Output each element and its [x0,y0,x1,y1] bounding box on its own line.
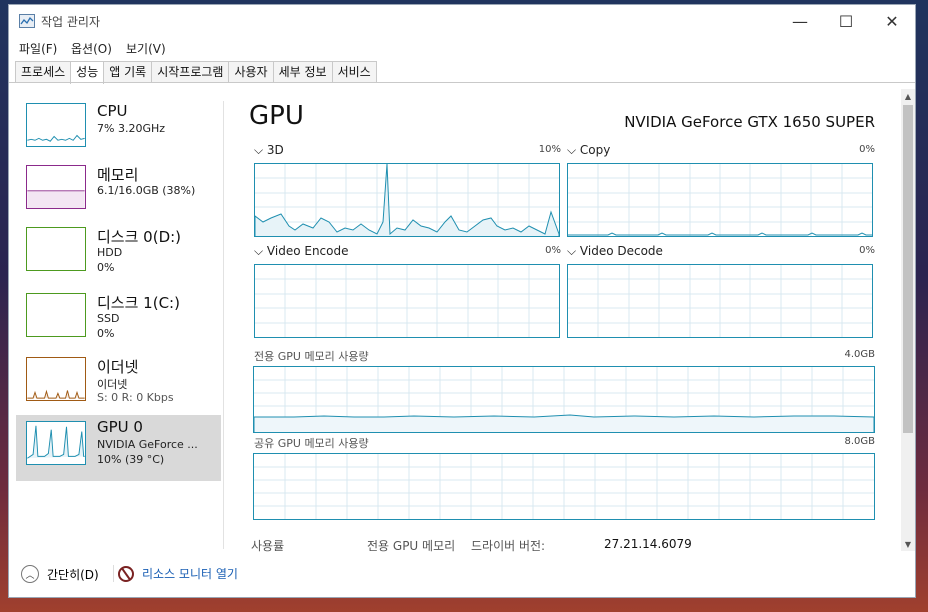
dedicated-memory-label: 전용 GPU 메모리 사용량 [254,350,369,363]
page-title: GPU [249,101,304,131]
sidebar-item-cpu[interactable]: CPU 7% 3.20GHz [16,99,221,163]
sidebar-detail-2: 0% [97,327,115,340]
graph-video-decode-label[interactable]: ⌵ Video Decode [567,244,663,259]
minimize-button[interactable]: — [777,5,823,37]
scroll-thumb[interactable] [903,105,913,433]
graph-video-encode-svg [255,265,559,337]
menu-options[interactable]: 옵션(O) [71,40,112,57]
gpu-thumbnail [26,421,86,465]
sidebar-item-ethernet[interactable]: 이더넷 이더넷 S: 0 R: 0 Kbps [16,353,221,417]
tab-services[interactable]: 서비스 [331,61,377,83]
sidebar-item-memory[interactable]: 메모리 6.1/16.0GB (38%) [16,161,221,225]
footer-bar: ︿ 간단히(D) 리소스 모니터 열기 [9,557,915,597]
chevron-up-icon: ︿ [21,565,39,583]
scroll-up-icon[interactable]: ▲ [901,89,915,103]
tab-startup[interactable]: 시작프로그램 [151,61,230,83]
shared-memory-label: 공유 GPU 메모리 사용량 [254,437,369,450]
fewer-details-label: 간단히(D) [47,567,99,582]
sidebar-title: 이더넷 [97,358,139,376]
scroll-down-icon[interactable]: ▼ [901,537,915,551]
maximize-button[interactable]: ☐ [823,5,869,37]
menu-bar: 파일(F) 옵션(O) 보기(V) [9,37,915,59]
driver-version-label: 드라이버 버전: [471,539,546,553]
sidebar-detail: SSD [97,312,120,325]
graph-copy [567,163,873,237]
graph-video-encode-label[interactable]: ⌵ Video Encode [254,244,348,259]
title-bar: 작업 관리자 — ☐ ✕ [9,5,915,37]
graph-shared-memory [253,453,875,520]
sidebar-detail: HDD [97,246,123,259]
sidebar-title: CPU [97,102,128,120]
close-button[interactable]: ✕ [869,5,915,37]
cpu-thumbnail [26,103,86,147]
graph-3d-label[interactable]: ⌵ 3D [254,143,284,158]
resource-monitor-link[interactable]: 리소스 모니터 열기 [113,565,238,582]
sidebar-item-disk1[interactable]: 디스크 1(C:) SSD 0% [16,289,221,353]
tab-users[interactable]: 사용자 [228,61,274,83]
sidebar-detail: 이더넷 [97,378,128,391]
sidebar-item-disk0[interactable]: 디스크 0(D:) HDD 0% [16,223,221,287]
menu-file[interactable]: 파일(F) [19,40,57,57]
graph-3d-svg [255,164,559,236]
tab-bar: 프로세스 성능 앱 기록 시작프로그램 사용자 세부 정보 서비스 [15,61,377,84]
graph-video-encode-label-text: Video Encode [266,244,349,258]
dedicated-gpu-memory-label: 전용 GPU 메모리 [367,539,456,553]
disk1-thumbnail [26,293,86,337]
sidebar-detail-2: 0% [97,261,115,274]
tab-app-history[interactable]: 앱 기록 [103,61,153,83]
graph-copy-pct: 0% [859,144,875,155]
task-manager-window: 작업 관리자 — ☐ ✕ 파일(F) 옵션(O) 보기(V) 프로세스 성능 앱… [8,4,916,598]
dedicated-memory-max: 4.0GB [844,349,875,360]
graph-shared-memory-svg [254,454,874,519]
vertical-scrollbar[interactable]: ▲ ▼ [901,89,915,551]
sidebar-item-gpu0[interactable]: GPU 0 NVIDIA GeForce ... 10% (39 °C) [16,415,221,481]
disk0-thumbnail [26,227,86,271]
sidebar-title: 디스크 0(D:) [97,228,182,246]
graph-video-decode-svg [568,265,872,337]
menu-view[interactable]: 보기(V) [126,40,166,57]
ethernet-thumbnail [26,357,86,401]
sidebar-divider [223,101,224,549]
tab-divider [9,82,915,83]
window-title: 작업 관리자 [41,15,101,29]
sidebar-title: 메모리 [97,166,139,184]
graph-copy-label-text: Copy [579,143,611,157]
sidebar-detail-2: 10% (39 °C) [97,453,165,466]
graph-copy-label[interactable]: ⌵ Copy [567,143,610,158]
shared-memory-max: 8.0GB [844,436,875,447]
tab-details[interactable]: 세부 정보 [272,61,333,83]
task-manager-icon [19,14,35,28]
graph-3d [254,163,560,237]
graph-copy-svg [568,164,872,236]
graph-video-encode-pct: 0% [545,245,561,256]
graph-dedicated-memory [253,366,875,433]
graph-3d-label-text: 3D [266,143,284,157]
driver-version-value: 27.21.14.6079 [604,537,692,551]
sidebar-detail: 7% 3.20GHz [97,122,166,135]
memory-thumbnail [26,165,86,209]
gpu-device-name: NVIDIA GeForce GTX 1650 SUPER [624,113,875,131]
graph-video-decode-pct: 0% [859,245,875,256]
resource-monitor-icon [118,565,134,582]
usage-label: 사용률 [251,539,285,553]
sidebar-title: GPU 0 [97,418,143,436]
resource-sidebar: CPU 7% 3.20GHz 메모리 6.1/16.0GB (38%) 디스크 … [16,99,221,483]
sidebar-title: 디스크 1(C:) [97,294,180,312]
graph-video-decode-label-text: Video Decode [579,244,663,258]
tab-processes[interactable]: 프로세스 [15,61,72,83]
fewer-details-button[interactable]: ︿ 간단히(D) [21,565,99,583]
sidebar-detail: 6.1/16.0GB (38%) [97,184,196,197]
graph-video-encode [254,264,560,338]
sidebar-detail: NVIDIA GeForce ... [97,438,198,451]
sidebar-detail-2: S: 0 R: 0 Kbps [97,391,174,404]
graph-3d-pct: 10% [538,144,561,155]
resource-monitor-label: 리소스 모니터 열기 [142,567,238,581]
graph-video-decode [567,264,873,338]
tab-performance[interactable]: 성능 [70,61,105,84]
graph-dedicated-memory-svg [254,367,874,432]
